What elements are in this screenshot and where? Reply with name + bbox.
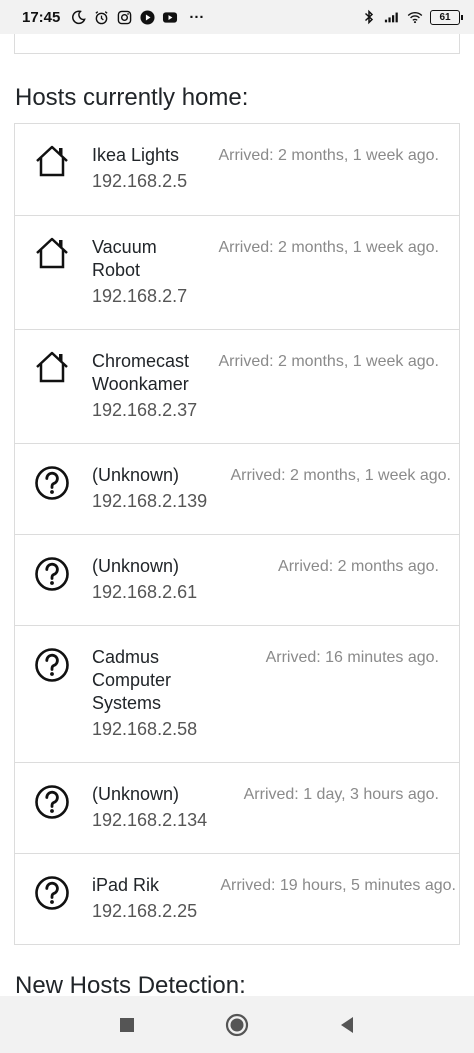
host-arrived: Arrived: 2 months, 1 week ago.: [230, 467, 451, 484]
host-name: (Unknown): [92, 784, 180, 804]
house-icon: [34, 349, 70, 385]
house-icon: [34, 143, 70, 179]
host-ip: 192.168.2.7: [92, 286, 188, 306]
question-circle-icon: [34, 465, 70, 501]
host-arrived: Arrived: 2 months, 1 week ago.: [218, 353, 439, 370]
list-item[interactable]: (Unknown) 192.168.2.139 Arrived: 2 month…: [15, 443, 459, 534]
host-name: Vacuum Robot: [92, 237, 157, 280]
navigation-bar: [0, 996, 474, 1053]
wifi-icon: [407, 9, 423, 25]
recents-square-icon[interactable]: [112, 1010, 142, 1040]
hosts-list: Ikea Lights 192.168.2.5 Arrived: 2 month…: [14, 123, 460, 945]
list-item[interactable]: Chromecast Woonkamer 192.168.2.37 Arrive…: [15, 329, 459, 443]
home-circle-icon[interactable]: [222, 1010, 252, 1040]
question-circle-icon: [34, 875, 70, 911]
host-arrived: Arrived: 2 months, 1 week ago.: [218, 239, 439, 256]
host-ip: 192.168.2.37: [92, 400, 198, 420]
host-ip: 192.168.2.5: [92, 171, 188, 191]
host-ip: 192.168.2.139: [92, 491, 208, 511]
instagram-icon: [116, 9, 132, 25]
hosts-home-heading: Hosts currently home:: [15, 84, 249, 111]
more-dots-icon: ···: [189, 8, 205, 26]
alarm-icon: [93, 9, 109, 25]
host-name: (Unknown): [92, 465, 180, 485]
signal-icon: [384, 9, 400, 25]
list-item[interactable]: Cadmus Computer Systems 192.168.2.58 Arr…: [15, 625, 459, 762]
list-item[interactable]: Vacuum Robot 192.168.2.7 Arrived: 2 mont…: [15, 215, 459, 329]
question-circle-icon: [34, 647, 70, 683]
host-ip: 192.168.2.25: [92, 901, 198, 921]
moon-icon: [70, 9, 86, 25]
host-name: Chromecast Woonkamer: [92, 351, 190, 394]
list-item[interactable]: Ikea Lights 192.168.2.5 Arrived: 2 month…: [15, 124, 459, 215]
youtube-icon: [162, 9, 178, 25]
host-arrived: Arrived: 2 months ago.: [278, 558, 439, 575]
list-item[interactable]: (Unknown) 192.168.2.134 Arrived: 1 day, …: [15, 762, 459, 853]
page-content[interactable]: Hosts currently home: Ikea Lights 192.16…: [0, 34, 474, 996]
status-bar-right: 61: [361, 9, 463, 25]
host-arrived: Arrived: 19 hours, 5 minutes ago.: [220, 877, 456, 894]
host-name: (Unknown): [92, 556, 180, 576]
house-icon: [34, 235, 70, 271]
list-item[interactable]: iPad Rik 192.168.2.25 Arrived: 19 hours,…: [15, 853, 459, 944]
new-hosts-heading: New Hosts Detection:: [15, 972, 246, 996]
battery-icon: 61: [430, 9, 463, 25]
host-ip: 192.168.2.134: [92, 810, 208, 830]
host-name: Ikea Lights: [92, 145, 180, 165]
previous-card-bottom: [14, 34, 460, 54]
host-arrived: Arrived: 2 months, 1 week ago.: [218, 147, 439, 164]
host-ip: 192.168.2.58: [92, 719, 198, 739]
question-circle-icon: [34, 556, 70, 592]
back-triangle-icon[interactable]: [332, 1010, 362, 1040]
status-time: 17:45: [22, 8, 61, 26]
bluetooth-icon: [361, 9, 377, 25]
play-icon: [139, 9, 155, 25]
host-name: iPad Rik: [92, 875, 160, 895]
list-item[interactable]: (Unknown) 192.168.2.61 Arrived: 2 months…: [15, 534, 459, 625]
host-name: Cadmus Computer Systems: [92, 647, 172, 713]
host-arrived: Arrived: 16 minutes ago.: [265, 649, 439, 666]
status-bar: 17:45 ··· 61: [0, 0, 474, 34]
status-bar-left: 17:45 ···: [22, 9, 204, 26]
host-ip: 192.168.2.61: [92, 582, 198, 602]
question-circle-icon: [34, 784, 70, 820]
host-arrived: Arrived: 1 day, 3 hours ago.: [243, 786, 439, 803]
